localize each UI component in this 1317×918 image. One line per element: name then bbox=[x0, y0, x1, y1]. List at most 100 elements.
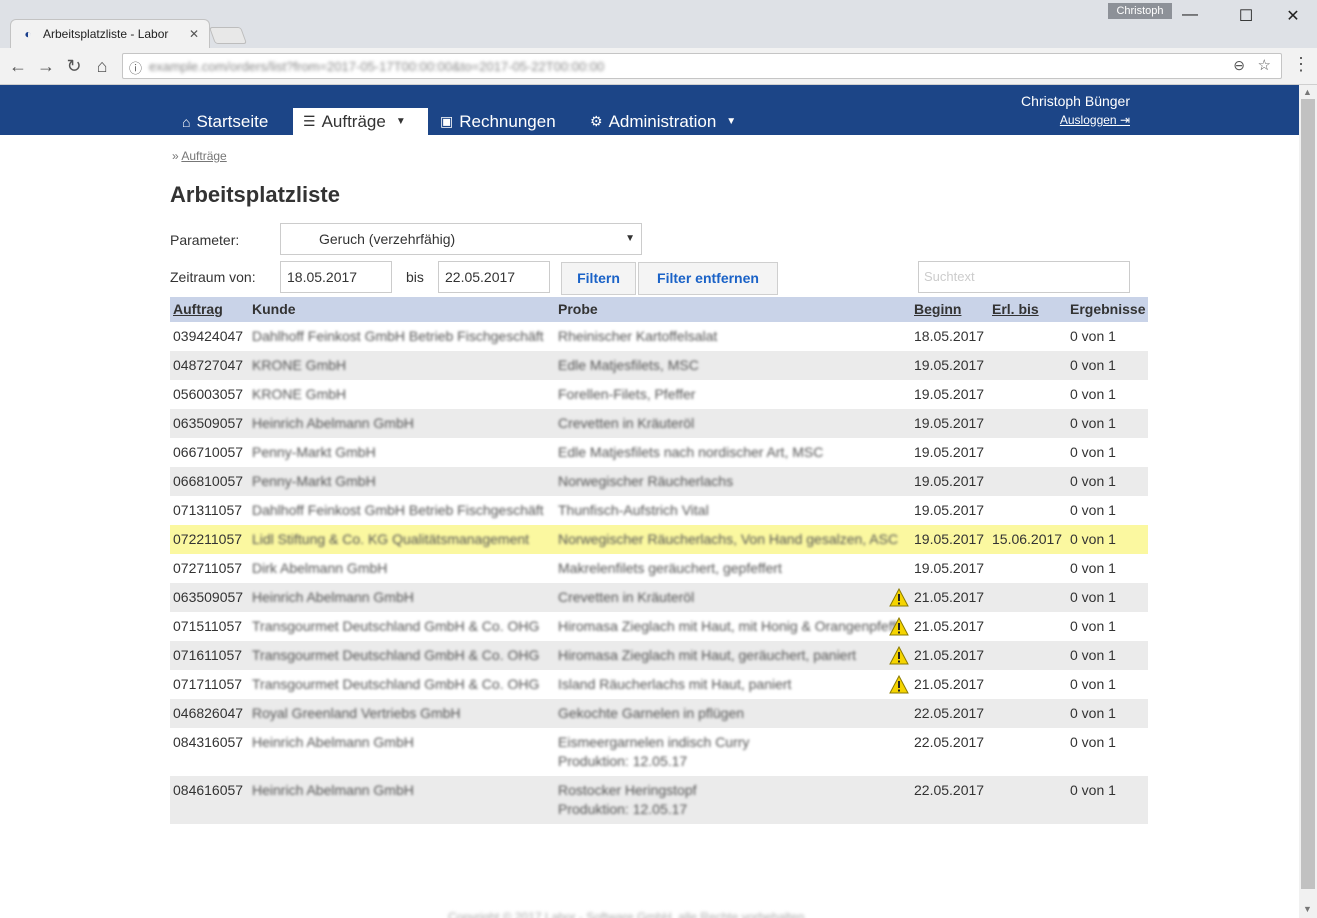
forward-icon[interactable]: → bbox=[34, 54, 58, 78]
zoom-icon[interactable]: ⊖ bbox=[1233, 57, 1245, 74]
browser-tab[interactable]: ◐ Arbeitsplatzliste - Labor ✕ bbox=[10, 19, 210, 48]
table-row[interactable]: 071611057 Transgourmet Deutschland GmbH &… bbox=[170, 641, 1148, 670]
cell-kunde: Penny-Markt GmbH bbox=[252, 444, 376, 460]
reload-icon[interactable]: ↻ bbox=[62, 54, 86, 78]
clear-filter-button[interactable]: Filter entfernen bbox=[638, 262, 778, 295]
cell-kunde: Transgourmet Deutschland GmbH & Co. OHG bbox=[252, 676, 540, 692]
cell-auftrag[interactable]: 046826047 bbox=[173, 705, 243, 721]
cell-beginn: 22.05.2017 bbox=[914, 705, 985, 721]
logout-link[interactable]: Ausloggen ⇥ bbox=[1060, 113, 1130, 127]
cell-ergebnisse: 0 von 1 bbox=[1070, 589, 1116, 605]
cell-auftrag[interactable]: 084316057 bbox=[173, 734, 243, 750]
cell-auftrag[interactable]: 071611057 bbox=[173, 647, 242, 663]
cell-kunde: Lidl Stiftung & Co. KG Qualitätsmanageme… bbox=[252, 531, 530, 547]
table-row[interactable]: 071311057 Dahlhoff Feinkost GmbH Betrieb … bbox=[170, 496, 1148, 525]
cell-probe: Thunfisch-Aufstrich Vital bbox=[558, 502, 709, 518]
cell-kunde: Transgourmet Deutschland GmbH & Co. OHG bbox=[252, 618, 540, 634]
table-row[interactable]: 072711057 Dirk Abelmann GmbH Makrelenfilet… bbox=[170, 554, 1148, 583]
table-row[interactable]: 048727047 KRONE GmbH Edle Matjesfilets, MS… bbox=[170, 351, 1148, 380]
table-row[interactable]: 066710057 Penny-Markt GmbH Edle Matjesfile… bbox=[170, 438, 1148, 467]
scroll-up-icon[interactable]: ▲ bbox=[1303, 87, 1312, 97]
filter-button[interactable]: Filtern bbox=[561, 262, 636, 295]
nav-administration[interactable]: ⚙ Administration ▼ bbox=[580, 108, 746, 135]
cell-auftrag[interactable]: 056003057 bbox=[173, 386, 243, 402]
zeitraum-label: Zeitraum von: bbox=[170, 269, 256, 285]
cell-auftrag[interactable]: 072211057 bbox=[173, 531, 242, 547]
browser-menu-icon[interactable]: ⋮ bbox=[1292, 54, 1310, 75]
minimize-icon[interactable]: — bbox=[1180, 6, 1200, 24]
back-icon[interactable]: ← bbox=[6, 54, 30, 78]
header-erl-bis[interactable]: Erl. bis bbox=[992, 301, 1039, 317]
nav-rechnungen[interactable]: ▣ Rechnungen bbox=[430, 108, 566, 135]
cell-auftrag[interactable]: 084616057 bbox=[173, 782, 243, 798]
table-row[interactable]: 066810057 Penny-Markt GmbH Norwegischer Rä… bbox=[170, 467, 1148, 496]
parameter-select[interactable]: Geruch (verzehrfähig) ▼ bbox=[280, 223, 642, 255]
cell-auftrag[interactable]: 071711057 bbox=[173, 676, 242, 692]
header-auftrag[interactable]: Auftrag bbox=[173, 301, 223, 317]
table-row[interactable]: 084316057 Heinrich Abelmann GmbH Eismeerga… bbox=[170, 728, 1148, 776]
nav-startseite[interactable]: ⌂ Startseite bbox=[172, 108, 278, 135]
table-row[interactable]: 063509057 Heinrich Abelmann GmbH Crevetten… bbox=[170, 583, 1148, 612]
warning-icon bbox=[889, 675, 909, 694]
cell-auftrag[interactable]: 071311057 bbox=[173, 502, 242, 518]
user-name: Christoph Bünger bbox=[1021, 93, 1130, 109]
close-window-icon[interactable]: ✕ bbox=[1283, 6, 1303, 26]
home-icon: ⌂ bbox=[182, 113, 191, 130]
scroll-down-icon[interactable]: ▼ bbox=[1303, 904, 1312, 914]
cell-kunde: Heinrich Abelmann GmbH bbox=[252, 734, 414, 750]
cell-ergebnisse: 0 von 1 bbox=[1070, 531, 1116, 547]
nav-auftraege[interactable]: ☰ Aufträge ▼ bbox=[293, 108, 428, 135]
cell-probe: Island Räucherlachs mit Haut, paniert bbox=[558, 676, 792, 692]
select-arrow-icon: ▼ bbox=[625, 233, 635, 244]
maximize-icon[interactable]: ☐ bbox=[1236, 6, 1256, 26]
cell-auftrag[interactable]: 039424047 bbox=[173, 328, 243, 344]
cell-auftrag[interactable]: 072711057 bbox=[173, 560, 242, 576]
header-beginn[interactable]: Beginn bbox=[914, 301, 961, 317]
scroll-thumb[interactable] bbox=[1301, 99, 1315, 889]
cell-beginn: 19.05.2017 bbox=[914, 502, 985, 518]
site-favicon-icon: ◐ bbox=[24, 27, 32, 41]
date-from-input[interactable]: 18.05.2017 bbox=[280, 261, 392, 293]
cell-ergebnisse: 0 von 1 bbox=[1070, 734, 1116, 750]
cell-auftrag[interactable]: 066810057 bbox=[173, 473, 243, 489]
address-bar[interactable]: ⓘ example.com/orders/list?from=2017-05-1… bbox=[122, 53, 1282, 79]
browser-toolbar: ← → ↻ ⌂ ⓘ example.com/orders/list?from=2… bbox=[0, 48, 1317, 85]
table-row[interactable]: 056003057 KRONE GmbH Forellen-Filets, Pfef… bbox=[170, 380, 1148, 409]
profile-chip[interactable]: Christoph bbox=[1108, 3, 1172, 19]
cell-probe: Rostocker Heringstopf bbox=[558, 782, 697, 798]
cell-kunde: Dahlhoff Feinkost GmbH Betrieb Fischgesc… bbox=[252, 328, 544, 344]
cell-ergebnisse: 0 von 1 bbox=[1070, 705, 1116, 721]
cell-probe: Edle Matjesfilets, MSC bbox=[558, 357, 699, 373]
table-row[interactable]: 039424047 Dahlhoff Feinkost GmbH Betrieb … bbox=[170, 322, 1148, 351]
table-row[interactable]: 063509057 Heinrich Abelmann GmbH Crevetten… bbox=[170, 409, 1148, 438]
page-scrollbar[interactable]: ▲ ▼ bbox=[1299, 85, 1317, 918]
browser-tab-strip: ◐ Arbeitsplatzliste - Labor ✕ Christoph … bbox=[0, 0, 1317, 48]
new-tab-button[interactable] bbox=[208, 27, 248, 44]
cell-probe: Eismeergarnelen indisch Curry bbox=[558, 734, 750, 750]
cell-kunde: KRONE GmbH bbox=[252, 357, 347, 373]
breadcrumb-link-auftraege[interactable]: Aufträge bbox=[181, 149, 226, 163]
cell-beginn: 19.05.2017 bbox=[914, 473, 985, 489]
cell-ergebnisse: 0 von 1 bbox=[1070, 328, 1116, 344]
url-text[interactable]: example.com/orders/list?from=2017-05-17T… bbox=[149, 59, 604, 74]
table-row[interactable]: 046826047 Royal Greenland Vertriebs GmbH G… bbox=[170, 699, 1148, 728]
date-to-input[interactable]: 22.05.2017 bbox=[438, 261, 550, 293]
cell-auftrag[interactable]: 063509057 bbox=[173, 589, 243, 605]
cell-auftrag[interactable]: 063509057 bbox=[173, 415, 243, 431]
cell-auftrag[interactable]: 071511057 bbox=[173, 618, 242, 634]
close-tab-icon[interactable]: ✕ bbox=[189, 27, 199, 41]
cell-auftrag[interactable]: 048727047 bbox=[173, 357, 243, 373]
table-row[interactable]: 071711057 Transgourmet Deutschland GmbH &… bbox=[170, 670, 1148, 699]
table-row[interactable]: 084616057 Heinrich Abelmann GmbH Rostocker… bbox=[170, 776, 1148, 824]
cell-ergebnisse: 0 von 1 bbox=[1070, 415, 1116, 431]
bookmark-star-icon[interactable]: ☆ bbox=[1258, 56, 1271, 74]
home-browser-icon[interactable]: ⌂ bbox=[90, 54, 114, 78]
info-icon[interactable]: ⓘ bbox=[129, 58, 142, 77]
table-row[interactable]: 072211057 Lidl Stiftung & Co. KG Qualität… bbox=[170, 525, 1148, 554]
table-row[interactable]: 071511057 Transgourmet Deutschland GmbH &… bbox=[170, 612, 1148, 641]
cell-beginn: 22.05.2017 bbox=[914, 734, 985, 750]
header-kunde: Kunde bbox=[252, 301, 296, 317]
cell-ergebnisse: 0 von 1 bbox=[1070, 444, 1116, 460]
search-input[interactable]: Suchtext bbox=[918, 261, 1130, 293]
cell-auftrag[interactable]: 066710057 bbox=[173, 444, 243, 460]
